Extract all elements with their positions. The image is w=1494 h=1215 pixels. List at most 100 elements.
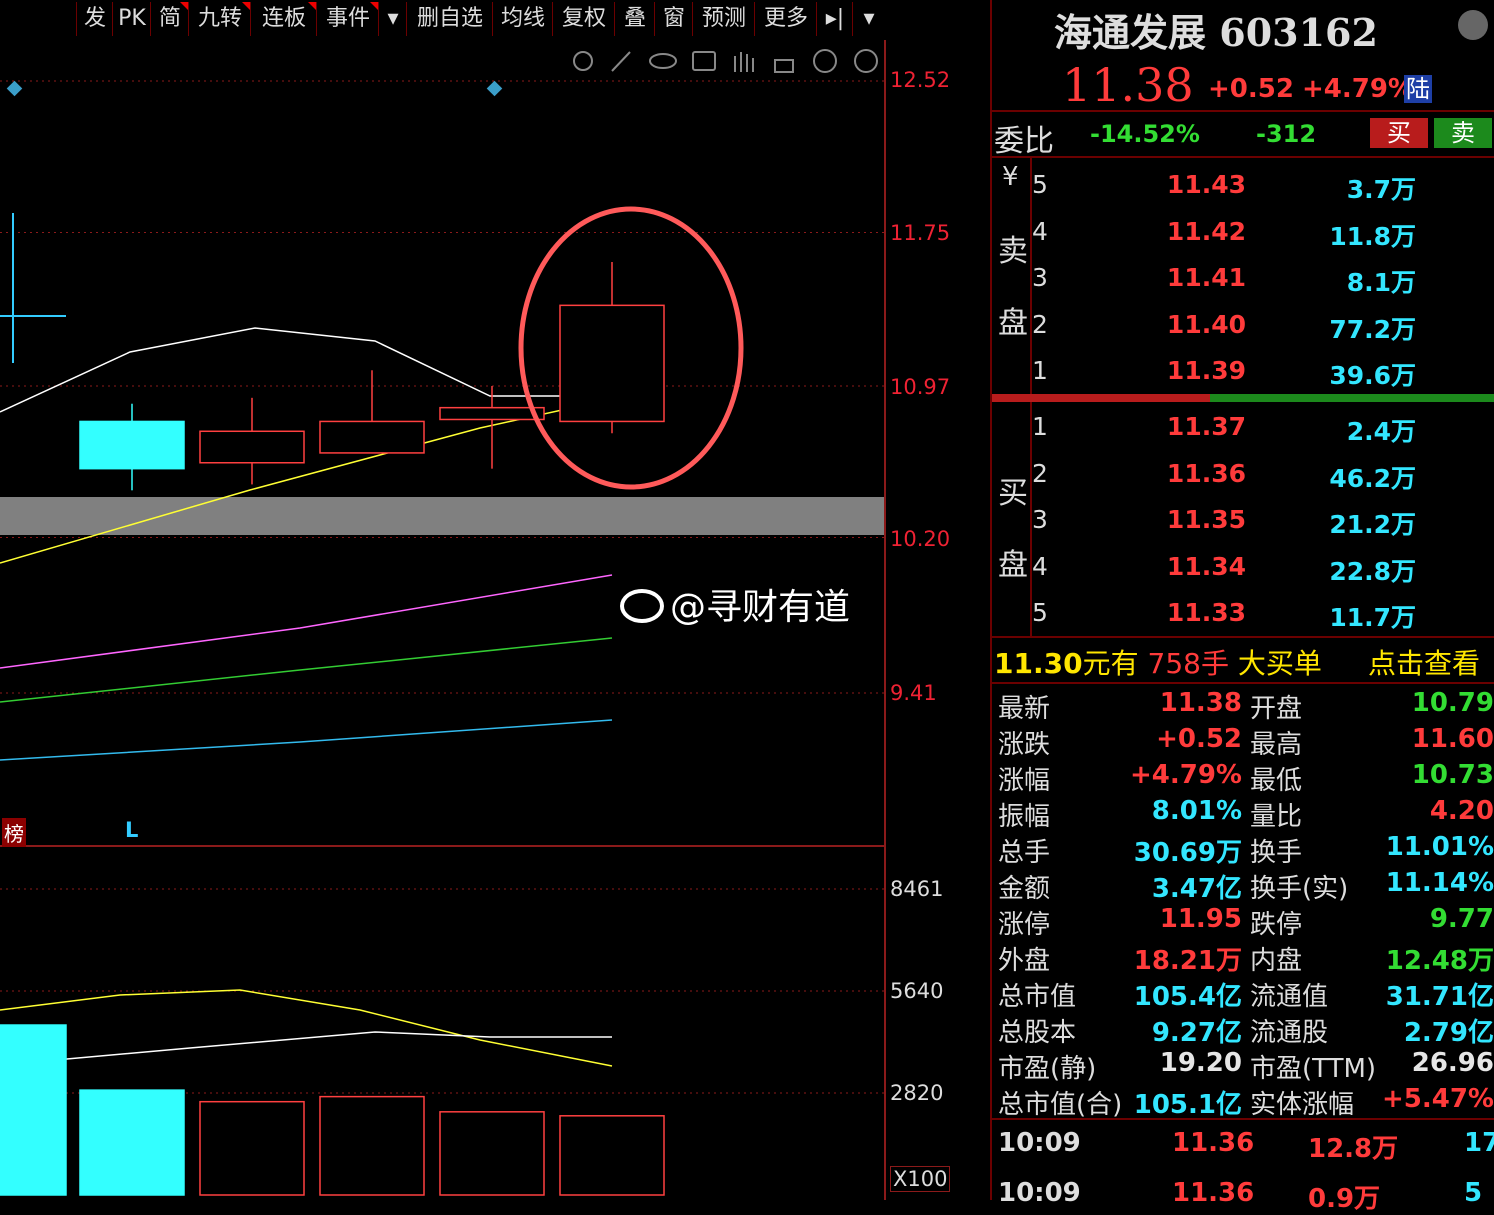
toolbar-dropdown[interactable]: ▾	[378, 2, 407, 36]
stat-key: 跌停	[1250, 910, 1303, 940]
view-details-link[interactable]: 点击查看	[1368, 642, 1480, 682]
divider	[992, 156, 1494, 158]
stat-key: 量比	[1250, 802, 1303, 832]
volume: 2.4万	[1346, 417, 1416, 446]
settings-icon[interactable]	[573, 51, 593, 71]
volume-bar[interactable]	[79, 1089, 185, 1196]
volume-axis-label: 2820	[890, 1081, 944, 1105]
volume: 46.2万	[1329, 463, 1416, 493]
toolbar-item-pk[interactable]: PK	[112, 2, 151, 36]
stat-value: +5.47%	[1382, 1084, 1494, 1114]
stat-value: 2.79亿	[1403, 1018, 1494, 1048]
toolbar-item-window[interactable]: 窗	[654, 2, 693, 36]
candle-body[interactable]	[439, 406, 545, 421]
stat-value: 11.01%	[1385, 832, 1494, 862]
ask-row[interactable]: 5 11.43 3.7万	[992, 162, 1494, 208]
l-marker[interactable]: L	[125, 818, 138, 842]
toolbar-expand-icon[interactable]: ▸|	[816, 2, 853, 36]
stat-key: 开盘	[1250, 694, 1303, 724]
market-tag[interactable]: 陆	[1404, 75, 1432, 103]
volume-axis-label: 5640	[890, 979, 944, 1003]
toolbar-item-forecast[interactable]: 预测	[692, 2, 755, 36]
event-marker-icon[interactable]	[6, 80, 23, 97]
bid-row[interactable]: 3 11.35 21.2万	[992, 497, 1494, 543]
price-band	[0, 497, 886, 535]
stat-key: 市盈(TTM)	[1250, 1054, 1377, 1084]
ask-row[interactable]: 3 11.41 8.1万	[992, 255, 1494, 301]
toolbar-dropdown-2[interactable]: ▾	[852, 2, 885, 36]
stat-value: 11.60	[1411, 724, 1494, 754]
stat-value: 105.1亿	[1133, 1090, 1242, 1120]
lock-icon[interactable]	[774, 59, 794, 73]
candles-group	[79, 262, 665, 491]
volume-unit-label[interactable]: X100	[890, 1166, 951, 1192]
bid-row[interactable]: 4 11.34 22.8万	[992, 544, 1494, 590]
ask-row[interactable]: 4 11.42 11.8万	[992, 209, 1494, 255]
volume-bar[interactable]	[0, 1024, 67, 1196]
bid-row[interactable]: 2 11.36 46.2万	[992, 451, 1494, 497]
bid-row[interactable]: 1 11.37 2.4万	[992, 404, 1494, 450]
stat-value: 105.4亿	[1133, 982, 1242, 1012]
stat-row: 总市值 105.4亿 流通值 31.71亿	[992, 974, 1494, 1012]
stat-value: 11.38	[1159, 688, 1242, 718]
price-axis-label: 9.41	[890, 681, 937, 705]
toolbar-item-lianban[interactable]: 连板	[250, 2, 317, 36]
stat-value: 10.79	[1411, 688, 1494, 718]
volume-bar[interactable]	[439, 1111, 545, 1196]
ma60-line	[0, 719, 613, 761]
stat-row: 总手 30.69万 换手 11.01%	[992, 830, 1494, 868]
kline-chart-area[interactable]: 12.52 11.75 10.97 10.20 9.41 8461 5640 2…	[0, 40, 951, 1200]
toolbar-item-ma[interactable]: 均线	[492, 2, 553, 36]
hand-icon[interactable]	[734, 52, 754, 72]
divider	[992, 682, 1494, 684]
level: 2	[1032, 458, 1048, 488]
volume-bar[interactable]	[319, 1095, 425, 1196]
big-order-qty: 758手	[1147, 647, 1229, 680]
candle-body[interactable]	[319, 420, 425, 454]
toolbar-item-overlay[interactable]: 叠	[614, 2, 655, 36]
bid-row[interactable]: 5 11.33 11.7万	[992, 590, 1494, 636]
bang-marker[interactable]: 榜	[2, 818, 26, 847]
big-order-label: 大买单	[1237, 647, 1322, 680]
candle-body[interactable]	[199, 430, 305, 464]
toolbar-item-fa[interactable]: 发	[76, 2, 113, 36]
toolbar-item-simple[interactable]: 简	[150, 2, 189, 36]
stock-title: 海通发展 603162	[1054, 2, 1378, 57]
pen-icon[interactable]	[611, 51, 631, 72]
sell-button[interactable]: 卖	[1434, 118, 1492, 148]
stat-key: 流通股	[1250, 1018, 1329, 1048]
ask-row[interactable]: 2 11.40 77.2万	[992, 302, 1494, 348]
zoom-in-icon[interactable]	[813, 49, 837, 73]
settings-gear-icon[interactable]	[1458, 10, 1488, 40]
price: 11.39	[1166, 356, 1246, 385]
eye-icon[interactable]	[649, 53, 677, 69]
toolbar-item-jiuzhuan[interactable]: 九转	[188, 2, 251, 36]
chart-toolbar: 发 PK 简 九转 连板 事件 ▾ 删自选 均线 复权 叠 窗 预测 更多 ▸|…	[0, 0, 886, 40]
stat-key: 总手	[998, 838, 1051, 868]
price-axis-label: 12.52	[890, 68, 951, 92]
volume: 77.2万	[1329, 314, 1416, 344]
ma20-line	[0, 574, 613, 669]
ask-row[interactable]: 1 11.39 39.6万	[992, 348, 1494, 394]
toolbar-item-remove-watchlist[interactable]: 删自选	[406, 2, 493, 36]
volume-bar[interactable]	[559, 1115, 665, 1196]
toolbar-item-adjust[interactable]: 复权	[552, 2, 615, 36]
buy-button[interactable]: 买	[1370, 118, 1428, 148]
candle-body[interactable]	[79, 420, 185, 470]
volume-bar[interactable]	[199, 1100, 305, 1196]
event-marker-icon[interactable]	[486, 80, 503, 97]
stat-value: 10.73	[1411, 760, 1494, 790]
volume: 11.7万	[1329, 603, 1416, 632]
stat-key: 总股本	[998, 1018, 1077, 1048]
big-order-row[interactable]: 11.30元有 758手 大买单	[994, 642, 1322, 682]
toolbox-icon[interactable]	[692, 51, 716, 71]
zoom-out-icon[interactable]	[854, 49, 878, 73]
stat-key: 换手(实)	[1250, 874, 1349, 904]
toolbar-item-label: 简	[158, 6, 181, 31]
tick-volume: 12.8万	[1308, 1134, 1399, 1164]
candle-body[interactable]	[559, 304, 665, 423]
toolbar-item-events[interactable]: 事件	[316, 2, 379, 36]
last-price: 11.38	[1062, 58, 1194, 112]
toolbar-item-more[interactable]: 更多	[754, 2, 817, 36]
price: 11.37	[1166, 412, 1246, 441]
